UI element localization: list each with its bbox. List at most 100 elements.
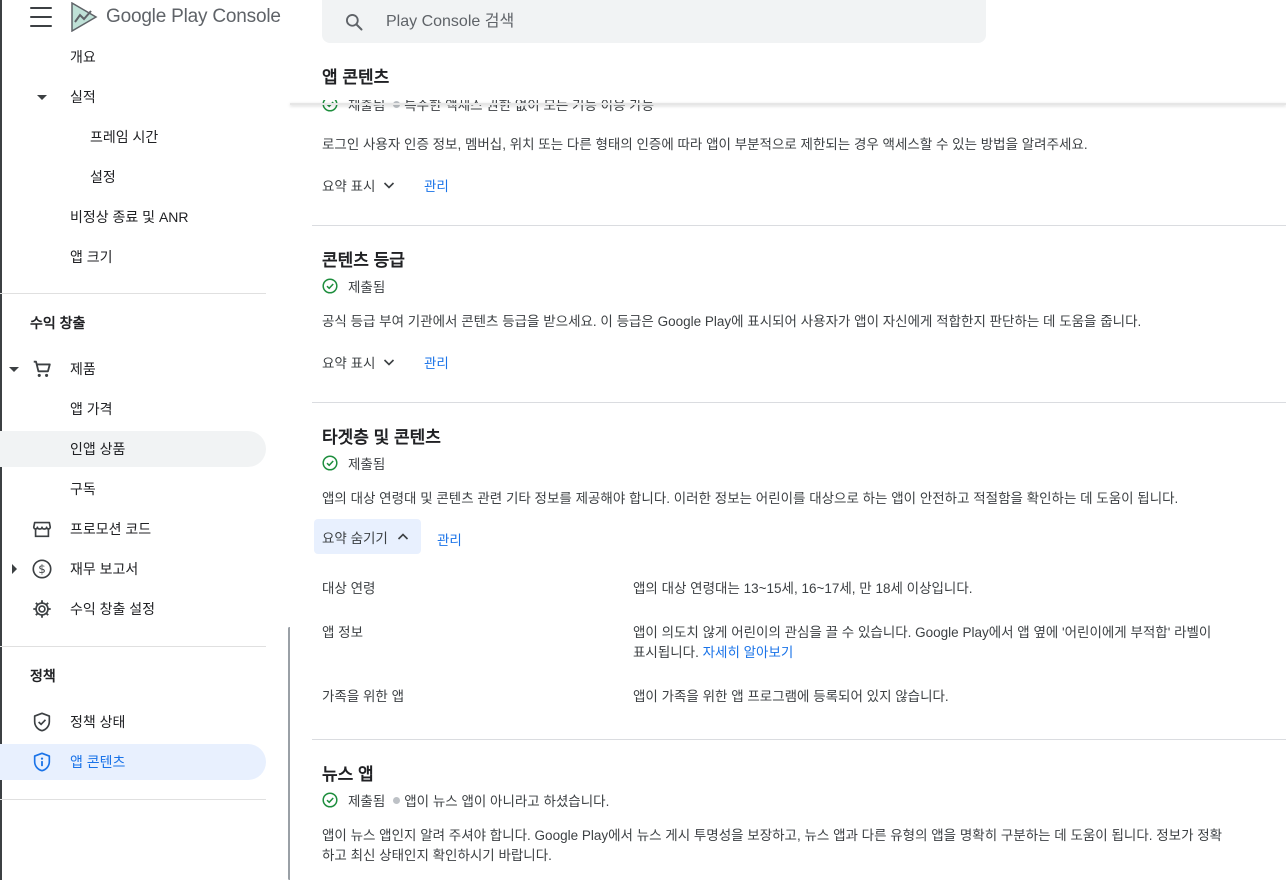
sidebar-item-label: 수익 창출 설정 — [70, 601, 156, 617]
sidebar-item-label: 설정 — [90, 169, 116, 185]
menu-icon[interactable] — [30, 7, 52, 27]
sidebar-item-label: 개요 — [70, 49, 96, 65]
target-audience-title: 타겟층 및 콘텐츠 — [322, 428, 441, 447]
news-app-description: 앱이 뉴스 앱인지 알려 주셔야 합니다. Google Play에서 뉴스 게… — [322, 828, 1223, 843]
sidebar-item-label: 실적 — [70, 89, 96, 105]
sidebar-item-financial-reports[interactable]: $ 재무 보고서 — [0, 551, 266, 587]
target-audience-status: 제출됨 — [322, 453, 385, 473]
sidebar-item-performance[interactable]: 실적 — [0, 79, 266, 115]
search-icon — [346, 13, 363, 30]
status-text: 제출됨 — [348, 280, 386, 295]
sidebar-item-label: 구독 — [70, 481, 96, 497]
button-label: 요약 표시 — [322, 356, 376, 371]
summary-label-family-app: 가족을 위한 앱 — [322, 689, 405, 704]
dollar-icon: $ — [30, 557, 54, 581]
sidebar-item-crashes-anr[interactable]: 비정상 종료 및 ANR — [0, 199, 266, 235]
chevron-down-icon — [384, 359, 395, 366]
sidebar-item-frame-time[interactable]: 프레임 시간 — [0, 119, 266, 155]
content-rating-description: 공식 등급 부여 기관에서 콘텐츠 등급을 받으세요. 이 등급은 Google… — [322, 314, 1142, 329]
sidebar-item-app-size[interactable]: 앱 크기 — [0, 239, 266, 275]
sidebar-divider — [0, 646, 266, 647]
news-app-title: 뉴스 앱 — [322, 765, 374, 784]
sidebar-scrollbar[interactable] — [288, 627, 290, 880]
chevron-right-icon[interactable] — [12, 564, 17, 574]
summary-value-target-age: 앱의 대상 연령대는 13~15세, 16~17세, 만 18세 이상입니다. — [633, 581, 973, 596]
chevron-down-icon[interactable] — [9, 366, 19, 372]
app-header: Google Play Console — [30, 0, 281, 34]
summary-value-app-info-line2: 표시됩니다. 자세히 알아보기 — [633, 641, 793, 661]
sidebar-item-label: 앱 가격 — [70, 401, 113, 417]
play-console-logo-icon — [71, 2, 98, 32]
sidebar-item-products[interactable]: 제품 — [0, 351, 266, 387]
target-audience-description: 앱의 대상 연령대 및 콘텐츠 관련 기타 정보를 제공해야 합니다. 이러한 … — [322, 491, 1179, 506]
manage-link[interactable]: 관리 — [424, 175, 449, 195]
svg-text:$: $ — [38, 562, 46, 576]
chevron-down-icon[interactable] — [37, 94, 47, 100]
sidebar-item-app-price[interactable]: 앱 가격 — [0, 391, 266, 427]
learn-more-link[interactable]: 자세히 알아보기 — [703, 645, 794, 660]
sidebar-item-monetization-settings[interactable]: 수익 창출 설정 — [0, 591, 266, 627]
sidebar-item-label: 제품 — [70, 361, 96, 377]
news-app-status: 제출됨 앱이 뉴스 앱이 아니라고 하셨습니다. — [322, 790, 609, 810]
sidebar-item-label: 앱 콘텐츠 — [70, 754, 126, 770]
status-text: 제출됨 — [348, 794, 386, 809]
sidebar-item-promo-codes[interactable]: 프로모션 코드 — [0, 511, 266, 547]
search-bar[interactable] — [322, 0, 986, 43]
show-summary-button[interactable]: 요약 표시 — [322, 352, 395, 372]
summary-value-family-app: 앱이 가족을 위한 앱 프로그램에 등록되어 있지 않습니다. — [633, 689, 949, 704]
cart-icon — [30, 357, 54, 381]
sidebar-section-policy: 정책 — [30, 668, 56, 684]
summary-label-app-info: 앱 정보 — [322, 625, 364, 640]
button-label: 요약 숨기기 — [322, 530, 388, 546]
news-app-description-line2: 하고 최신 상태인지 확인하시기 바랍니다. — [322, 848, 552, 863]
sidebar-section-monetization: 수익 창출 — [30, 315, 86, 331]
app-logo-text: Google Play Console — [106, 6, 281, 27]
sidebar-item-label: 프로모션 코드 — [70, 521, 152, 537]
separator-dot — [393, 796, 401, 804]
header-shadow — [290, 103, 1286, 105]
status-note: 앱이 뉴스 앱이 아니라고 하셨습니다. — [404, 794, 610, 809]
sidebar-item-label: 프레임 시간 — [90, 129, 159, 145]
sidebar-divider — [0, 799, 266, 800]
sidebar-item-overview[interactable]: 개요 — [0, 39, 266, 75]
sidebar-item-app-content[interactable]: 앱 콘텐츠 — [0, 744, 266, 780]
chevron-down-icon — [384, 182, 395, 189]
hide-summary-button[interactable]: 요약 숨기기 — [314, 519, 421, 554]
sidebar-item-label: 앱 크기 — [70, 249, 113, 265]
summary-label-target-age: 대상 연령 — [322, 581, 376, 596]
page-title: 앱 콘텐츠 — [322, 68, 390, 87]
manage-link[interactable]: 관리 — [437, 529, 462, 549]
chevron-up-icon — [397, 532, 408, 540]
check-circle-icon — [322, 792, 338, 808]
shield-info-icon — [30, 750, 54, 774]
check-circle-icon — [322, 100, 338, 112]
store-icon — [30, 517, 54, 541]
sidebar: Google Play Console 개요 실적 프레임 시간 설정 비정상 … — [0, 0, 290, 880]
summary-value-app-info: 앱이 의도치 않게 어린이의 관심을 끌 수 있습니다. Google Play… — [633, 625, 1212, 640]
status-text: 제출됨 — [348, 457, 386, 472]
sidebar-item-label: 재무 보고서 — [70, 561, 139, 577]
sidebar-divider — [0, 293, 266, 294]
content-rating-status: 제출됨 — [322, 276, 385, 296]
sidebar-item-in-app-products[interactable]: 인앱 상품 — [0, 431, 266, 467]
sidebar-item-settings[interactable]: 설정 — [0, 159, 266, 195]
restricted-access-description: 로그인 사용자 인증 정보, 멤버십, 위치 또는 다른 형태의 인증에 따라 … — [322, 137, 1088, 152]
content-rating-title: 콘텐츠 등급 — [322, 251, 405, 270]
section-divider — [312, 225, 1286, 226]
gear-icon — [30, 597, 54, 621]
sidebar-item-policy-status[interactable]: 정책 상태 — [0, 704, 266, 740]
search-input[interactable] — [384, 11, 948, 32]
section-divider — [312, 402, 1286, 403]
section-divider — [312, 739, 1286, 740]
button-label: 요약 표시 — [322, 179, 376, 194]
sidebar-item-label: 정책 상태 — [70, 714, 126, 730]
check-circle-icon — [322, 455, 338, 471]
sidebar-item-label: 비정상 종료 및 ANR — [70, 209, 189, 225]
check-circle-icon — [322, 278, 338, 294]
summary-text: 표시됩니다. — [633, 645, 699, 660]
show-summary-button[interactable]: 요약 표시 — [322, 175, 395, 195]
manage-link[interactable]: 관리 — [424, 352, 449, 372]
sidebar-item-label: 인앱 상품 — [70, 441, 126, 457]
sidebar-item-subscriptions[interactable]: 구독 — [0, 471, 266, 507]
shield-check-icon — [30, 710, 54, 734]
